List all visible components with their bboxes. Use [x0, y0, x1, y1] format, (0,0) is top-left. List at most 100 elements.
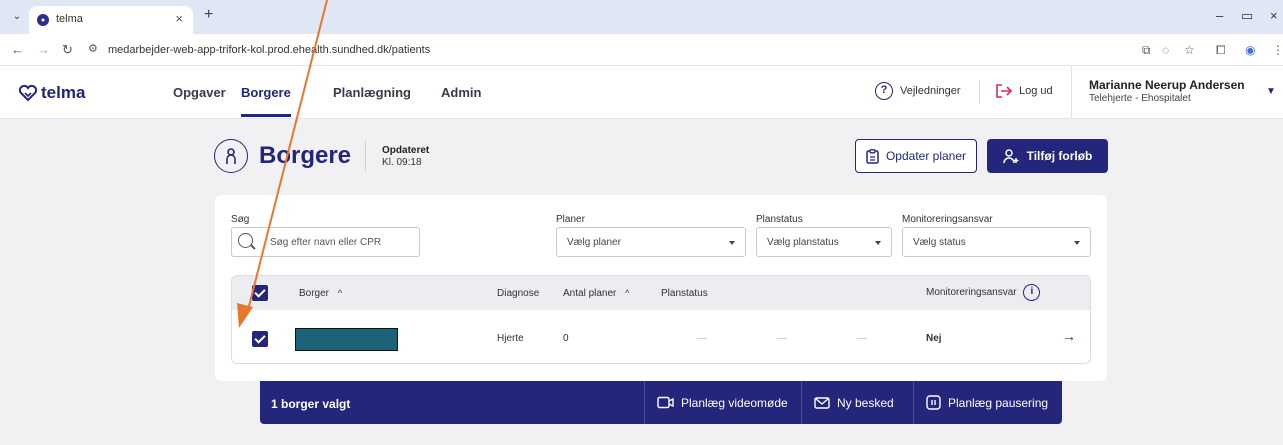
telma-logo[interactable]: telma [18, 83, 85, 103]
selected-count: 1 borger valgt [271, 397, 351, 411]
nav-planlaegning[interactable]: Planlægning [333, 85, 411, 100]
add-person-icon [1002, 148, 1019, 163]
plans-select-value: Vælg planer [567, 237, 621, 248]
heart-logo-icon [18, 84, 38, 102]
url-text: medarbejder-web-app-trifork-kol.prod.ehe… [108, 44, 431, 56]
planstatus-select-value: Vælg planstatus [767, 237, 839, 248]
new-tab-button[interactable]: + [204, 6, 213, 24]
logo-text: telma [41, 83, 86, 102]
tab-title: telma [56, 13, 83, 25]
tab-list-chevron-icon[interactable]: ⌄ [9, 9, 25, 25]
forward-arrow-icon[interactable]: → [37, 42, 50, 57]
plan-video-label: Planlæg videomøde [681, 395, 788, 410]
browser-tabstrip: ⌄ telma × + – ▭ × [0, 0, 1283, 34]
tab-close-icon[interactable]: × [175, 11, 183, 26]
extensions-icon[interactable]: ⧠ [1216, 43, 1226, 58]
col-planstatus: Planstatus [661, 288, 708, 299]
clipboard-icon [866, 148, 879, 164]
search-input[interactable]: Søg efter navn eller CPR [231, 227, 420, 257]
logout-label: Log ud [1019, 85, 1053, 97]
restore-button[interactable]: ▭ [1241, 8, 1253, 24]
planstatus-select[interactable]: Vælg planstatus [756, 227, 892, 257]
eye-off-icon[interactable]: ◌ [1162, 43, 1169, 57]
col-diagnose: Diagnose [497, 288, 540, 299]
caret-down-icon [1074, 241, 1080, 245]
nav-opgaver[interactable]: Opgaver [173, 85, 226, 100]
back-arrow-icon[interactable]: ← [11, 42, 24, 57]
person-icon [214, 139, 248, 173]
reload-icon[interactable]: ↻ [62, 42, 73, 58]
row-checkbox[interactable] [252, 331, 268, 347]
info-icon[interactable]: i [1023, 284, 1041, 301]
minimize-button[interactable]: – [1216, 8, 1223, 23]
plan-video-button[interactable]: Planlæg videomøde [644, 381, 791, 424]
sort-asc-icon: ^ [337, 288, 343, 298]
plans-select[interactable]: Vælg planer [556, 227, 746, 257]
question-icon: ? [875, 82, 893, 100]
plans-label: Planer [556, 214, 585, 225]
row-dash: — [857, 333, 867, 344]
app-header: telma Opgaver Borgere Planlægning Admin … [0, 66, 1283, 119]
profile-icon[interactable]: ◉ [1245, 43, 1255, 57]
search-placeholder: Søg efter navn eller CPR [270, 237, 382, 248]
update-plans-button[interactable]: Opdater planer [855, 139, 977, 173]
title-divider [365, 141, 367, 171]
monitor-label: Monitoreringsansvar [902, 214, 993, 225]
url-field[interactable]: ⚙ medarbejder-web-app-trifork-kol.prod.e… [88, 39, 1108, 61]
col-borger-label: Borger [299, 288, 330, 299]
help-label: Vejledninger [900, 85, 961, 97]
select-all-checkbox[interactable] [252, 285, 268, 301]
new-message-button[interactable]: Ny besked [801, 381, 913, 424]
add-course-button[interactable]: Tilføj forløb [987, 139, 1108, 173]
video-icon [657, 396, 674, 409]
logout-link[interactable]: Log ud [995, 83, 1053, 99]
page-title: Borgere [259, 142, 352, 169]
row-antal: 0 [563, 333, 569, 344]
window-close-button[interactable]: × [1270, 8, 1278, 23]
row-monitor: Nej [926, 333, 942, 344]
col-borger[interactable]: Borger ^ [299, 288, 342, 299]
browser-tab[interactable]: telma × [29, 6, 193, 34]
col-antal-planer[interactable]: Antal planer ^ [563, 288, 629, 299]
update-plans-label: Opdater planer [885, 149, 967, 163]
user-org: Telehjerte - Ehospitalet [1089, 93, 1191, 104]
planstatus-label: Planstatus [756, 214, 803, 225]
logout-icon [996, 84, 1013, 98]
chevron-down-icon[interactable]: ▼ [1266, 86, 1276, 97]
site-settings-icon[interactable]: ⚙ [88, 42, 98, 55]
telma-favicon-icon [37, 14, 49, 26]
row-dash: — [697, 333, 707, 344]
user-menu[interactable]: Marianne Neerup Andersen Telehjerte - Eh… [1089, 78, 1245, 104]
screen-share-icon[interactable]: ⧉ [1142, 43, 1151, 58]
updated-info: Opdateret Kl. 09:18 [382, 145, 429, 168]
arrow-right-icon[interactable]: → [1062, 328, 1076, 344]
col-monitor-label: Monitoreringsansvar [926, 287, 1017, 299]
nav-admin[interactable]: Admin [441, 85, 481, 100]
help-link[interactable]: ? Vejledninger [875, 82, 961, 100]
header-divider [979, 80, 980, 104]
search-icon [238, 233, 253, 248]
selection-action-bar: 1 borger valgt Planlæg videomøde Ny besk… [260, 381, 1062, 424]
user-name: Marianne Neerup Andersen [1089, 78, 1245, 92]
bookmark-star-icon[interactable]: ☆ [1184, 43, 1195, 57]
header-divider-user [1071, 66, 1072, 119]
page-heading: Borgere Opdateret Kl. 09:18 [214, 138, 429, 174]
caret-down-icon [729, 241, 735, 245]
row-diagnose: Hjerte [497, 333, 524, 344]
plan-pause-label: Planlæg pausering [948, 395, 1049, 410]
updated-time: Kl. 09:18 [382, 156, 422, 168]
sort-asc-icon: ^ [625, 288, 630, 298]
add-course-label: Tilføj forløb [1026, 149, 1093, 163]
envelope-icon [814, 396, 830, 409]
updated-label: Opdateret [382, 144, 430, 156]
plan-pause-button[interactable]: Planlæg pausering [913, 381, 1062, 424]
nav-borgere[interactable]: Borgere [241, 85, 291, 117]
patients-table: Borger ^ Diagnose Antal planer ^ Plansta… [231, 275, 1091, 364]
address-bar: ← → ↻ ⚙ medarbejder-web-app-trifork-kol.… [0, 34, 1283, 66]
row-dash: — [777, 333, 787, 344]
table-header: Borger ^ Diagnose Antal planer ^ Plansta… [232, 276, 1090, 310]
pause-icon [926, 395, 941, 410]
browser-menu-icon[interactable]: ⋮ [1272, 43, 1283, 57]
patients-card: Søg Søg efter navn eller CPR Planer Vælg… [215, 195, 1107, 381]
monitor-select[interactable]: Vælg status [902, 227, 1091, 257]
